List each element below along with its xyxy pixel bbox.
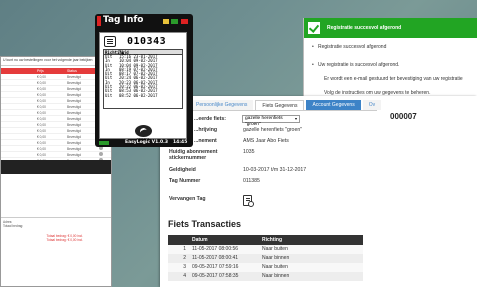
tag-info-device: Tag Info 010343 Richting Tijd Uit 15:16 2… [95, 14, 193, 147]
transaction-direction: Naar binnen [262, 255, 290, 261]
tag-number-value: 011385 [243, 178, 260, 184]
success-banner: Registratie succesvol afgerond [304, 18, 477, 38]
bike-select-value: gazelle herenfiets "groen" [245, 116, 283, 127]
order-price: € 0,00 [37, 104, 46, 109]
transactions-col-nr [168, 235, 190, 245]
status-led-icon [99, 141, 109, 145]
order-price: € 0,00 [37, 140, 46, 145]
order-price: € 0,00 [37, 134, 46, 139]
transactions-table: Datum Richting 1 11-05-2017 08:00:56 Naar … [168, 235, 363, 281]
order-price: € 0,00 [37, 98, 46, 103]
gear-icon [248, 201, 254, 207]
table-row: 3 09-05-2017 07:59:16 Naar buiten [168, 263, 363, 272]
transaction-direction: Naar buiten [262, 246, 288, 252]
device-version: EasyLogic V1.0.3 [125, 140, 168, 145]
order-price: € 0,00 [37, 110, 46, 115]
device-log-body: Uit 15:16 23-01-2017 In 10:04 09-02-2017 Uit… [104, 54, 182, 98]
subscription-value: AMS Jaar Abo Fiets [243, 138, 289, 144]
bike-details-window: Persoonlijke Gegevens Fiets Gegevens Acc… [160, 96, 477, 287]
transactions-col-date: Datum [192, 237, 208, 243]
device-log-row: Uit 08:52 06-02-2017 [104, 92, 182, 98]
transaction-direction: Naar buiten [262, 264, 288, 270]
success-bullet-1: Registratie succesvol afgerond [312, 44, 477, 50]
info-icon[interactable] [99, 152, 103, 156]
transaction-date: 09-05-2017 07:58:35 [192, 273, 239, 279]
table-row: 1 11-05-2017 08:00:56 Naar buiten [168, 245, 363, 254]
sticker-number-value: 1035 [243, 149, 255, 155]
close-icon[interactable] [181, 19, 188, 24]
validity-value: 10-03-2017 t/m 31-12-2017 [243, 167, 307, 173]
transaction-date: 11-05-2017 08:00:56 [192, 246, 239, 252]
orders-divider [1, 160, 111, 174]
tab-ov[interactable]: Ov [362, 100, 382, 110]
transactions-body: 1 11-05-2017 08:00:56 Naar buiten 2 11-05-20… [168, 245, 363, 281]
device-screen: 010343 Richting Tijd Uit 15:16 23-01-2017… [99, 32, 187, 142]
description-label: ...hrijving [194, 127, 218, 133]
validity-label: Geldigheid [169, 167, 196, 173]
tab-account-data[interactable]: Account Gegevens [306, 100, 361, 110]
list-icon[interactable] [104, 36, 116, 47]
order-price: € 0,00 [37, 92, 46, 97]
order-price: € 0,00 [37, 152, 46, 157]
signal-icon [171, 19, 178, 24]
tab-bar: Persoonlijke Gegevens Fiets Gegevens Acc… [190, 100, 383, 110]
transaction-nr: 3 [183, 264, 186, 270]
transaction-direction: Naar binnen [262, 273, 290, 279]
order-price: € 0,00 [37, 146, 46, 151]
order-price: € 0,00 [37, 86, 46, 91]
success-message-list: Registratie succesvol afgerond Uw regist… [304, 38, 477, 68]
transactions-title: Fiets Transacties [168, 219, 242, 229]
description-value: gazelle herenfiets "groen" [243, 127, 303, 133]
transaction-date: 11-05-2017 08:00:41 [192, 255, 239, 261]
device-tag-number: 010343 [127, 36, 167, 47]
order-price: € 0,00 [37, 74, 46, 79]
order-status: Bevestigd [67, 152, 81, 157]
order-action[interactable] [99, 152, 109, 157]
battery-icon [163, 19, 169, 24]
bike-select[interactable]: gazelle herenfiets "groen" ▾ [242, 115, 300, 127]
order-status: Bevestigd [67, 146, 81, 151]
device-clock: 14:45 [173, 140, 188, 145]
order-price: € 0,00 [37, 122, 46, 127]
table-row: 2 11-05-2017 08:00:41 Naar binnen [168, 254, 363, 263]
order-price: € 0,00 [37, 116, 46, 121]
transactions-col-direction: Richting [262, 237, 282, 243]
device-red-marker [97, 16, 101, 26]
chevron-down-icon: ▾ [294, 116, 297, 121]
device-title: Tag Info [103, 15, 144, 25]
subscription-label: ...nement [194, 138, 217, 144]
transaction-nr: 1 [183, 246, 186, 252]
success-title: Registratie succesvol afgerond [327, 25, 402, 31]
reference-number: 000007 [390, 112, 417, 121]
success-email-text: Er wordt een e-mail gestuurd ter bevesti… [324, 76, 463, 82]
summary-line-2: Totaal bedrag: [3, 224, 24, 228]
checkmark-icon [308, 22, 320, 34]
orders-summary-panel: Adres: Totaal bedrag: Totaal bedrag: € 0… [1, 217, 111, 261]
transaction-nr: 2 [183, 255, 186, 261]
replace-tag-icon[interactable] [243, 195, 254, 207]
replace-tag-label: Vervangen Tag [169, 196, 206, 202]
device-log-table: Richting Tijd Uit 15:16 23-01-2017 In 10:04… [103, 49, 183, 109]
summary-total-red: Totaal bedrag: € 0,00 incl. Totaal bedra… [33, 234, 83, 242]
device-log-direction: Uit [105, 92, 113, 98]
order-price: € 0,00 [37, 128, 46, 133]
transaction-nr: 4 [183, 273, 186, 279]
tag-number-label: Tag Nummer [169, 178, 201, 184]
summary-red-line-2: Totaal bedrag: € 0,00 incl. [46, 238, 83, 242]
terris-logo-icon [134, 125, 152, 137]
transactions-header: Datum Richting [168, 235, 363, 245]
device-screen-header: 010343 [100, 33, 186, 49]
order-price: € 0,00 [37, 80, 46, 85]
table-row: 4 09-05-2017 07:58:35 Naar binnen [168, 272, 363, 281]
device-log-time: 08:52 06-02-2017 [119, 92, 158, 98]
tab-bike-data[interactable]: Fiets Gegevens [255, 100, 305, 110]
orders-col-name [1, 68, 37, 74]
success-bullet-2: Uw registratie is succesvol afgerond. [312, 62, 477, 68]
transaction-date: 09-05-2017 07:59:16 [192, 264, 239, 270]
tab-personal-data[interactable]: Persoonlijke Gegevens [190, 100, 254, 110]
sticker-number-label: Huidig abonnement stickernummer [169, 149, 218, 161]
orders-col-price: Prijs [37, 69, 44, 73]
bike-select-label: ...eerde fiets: [194, 116, 227, 122]
tab-underline [190, 110, 377, 111]
